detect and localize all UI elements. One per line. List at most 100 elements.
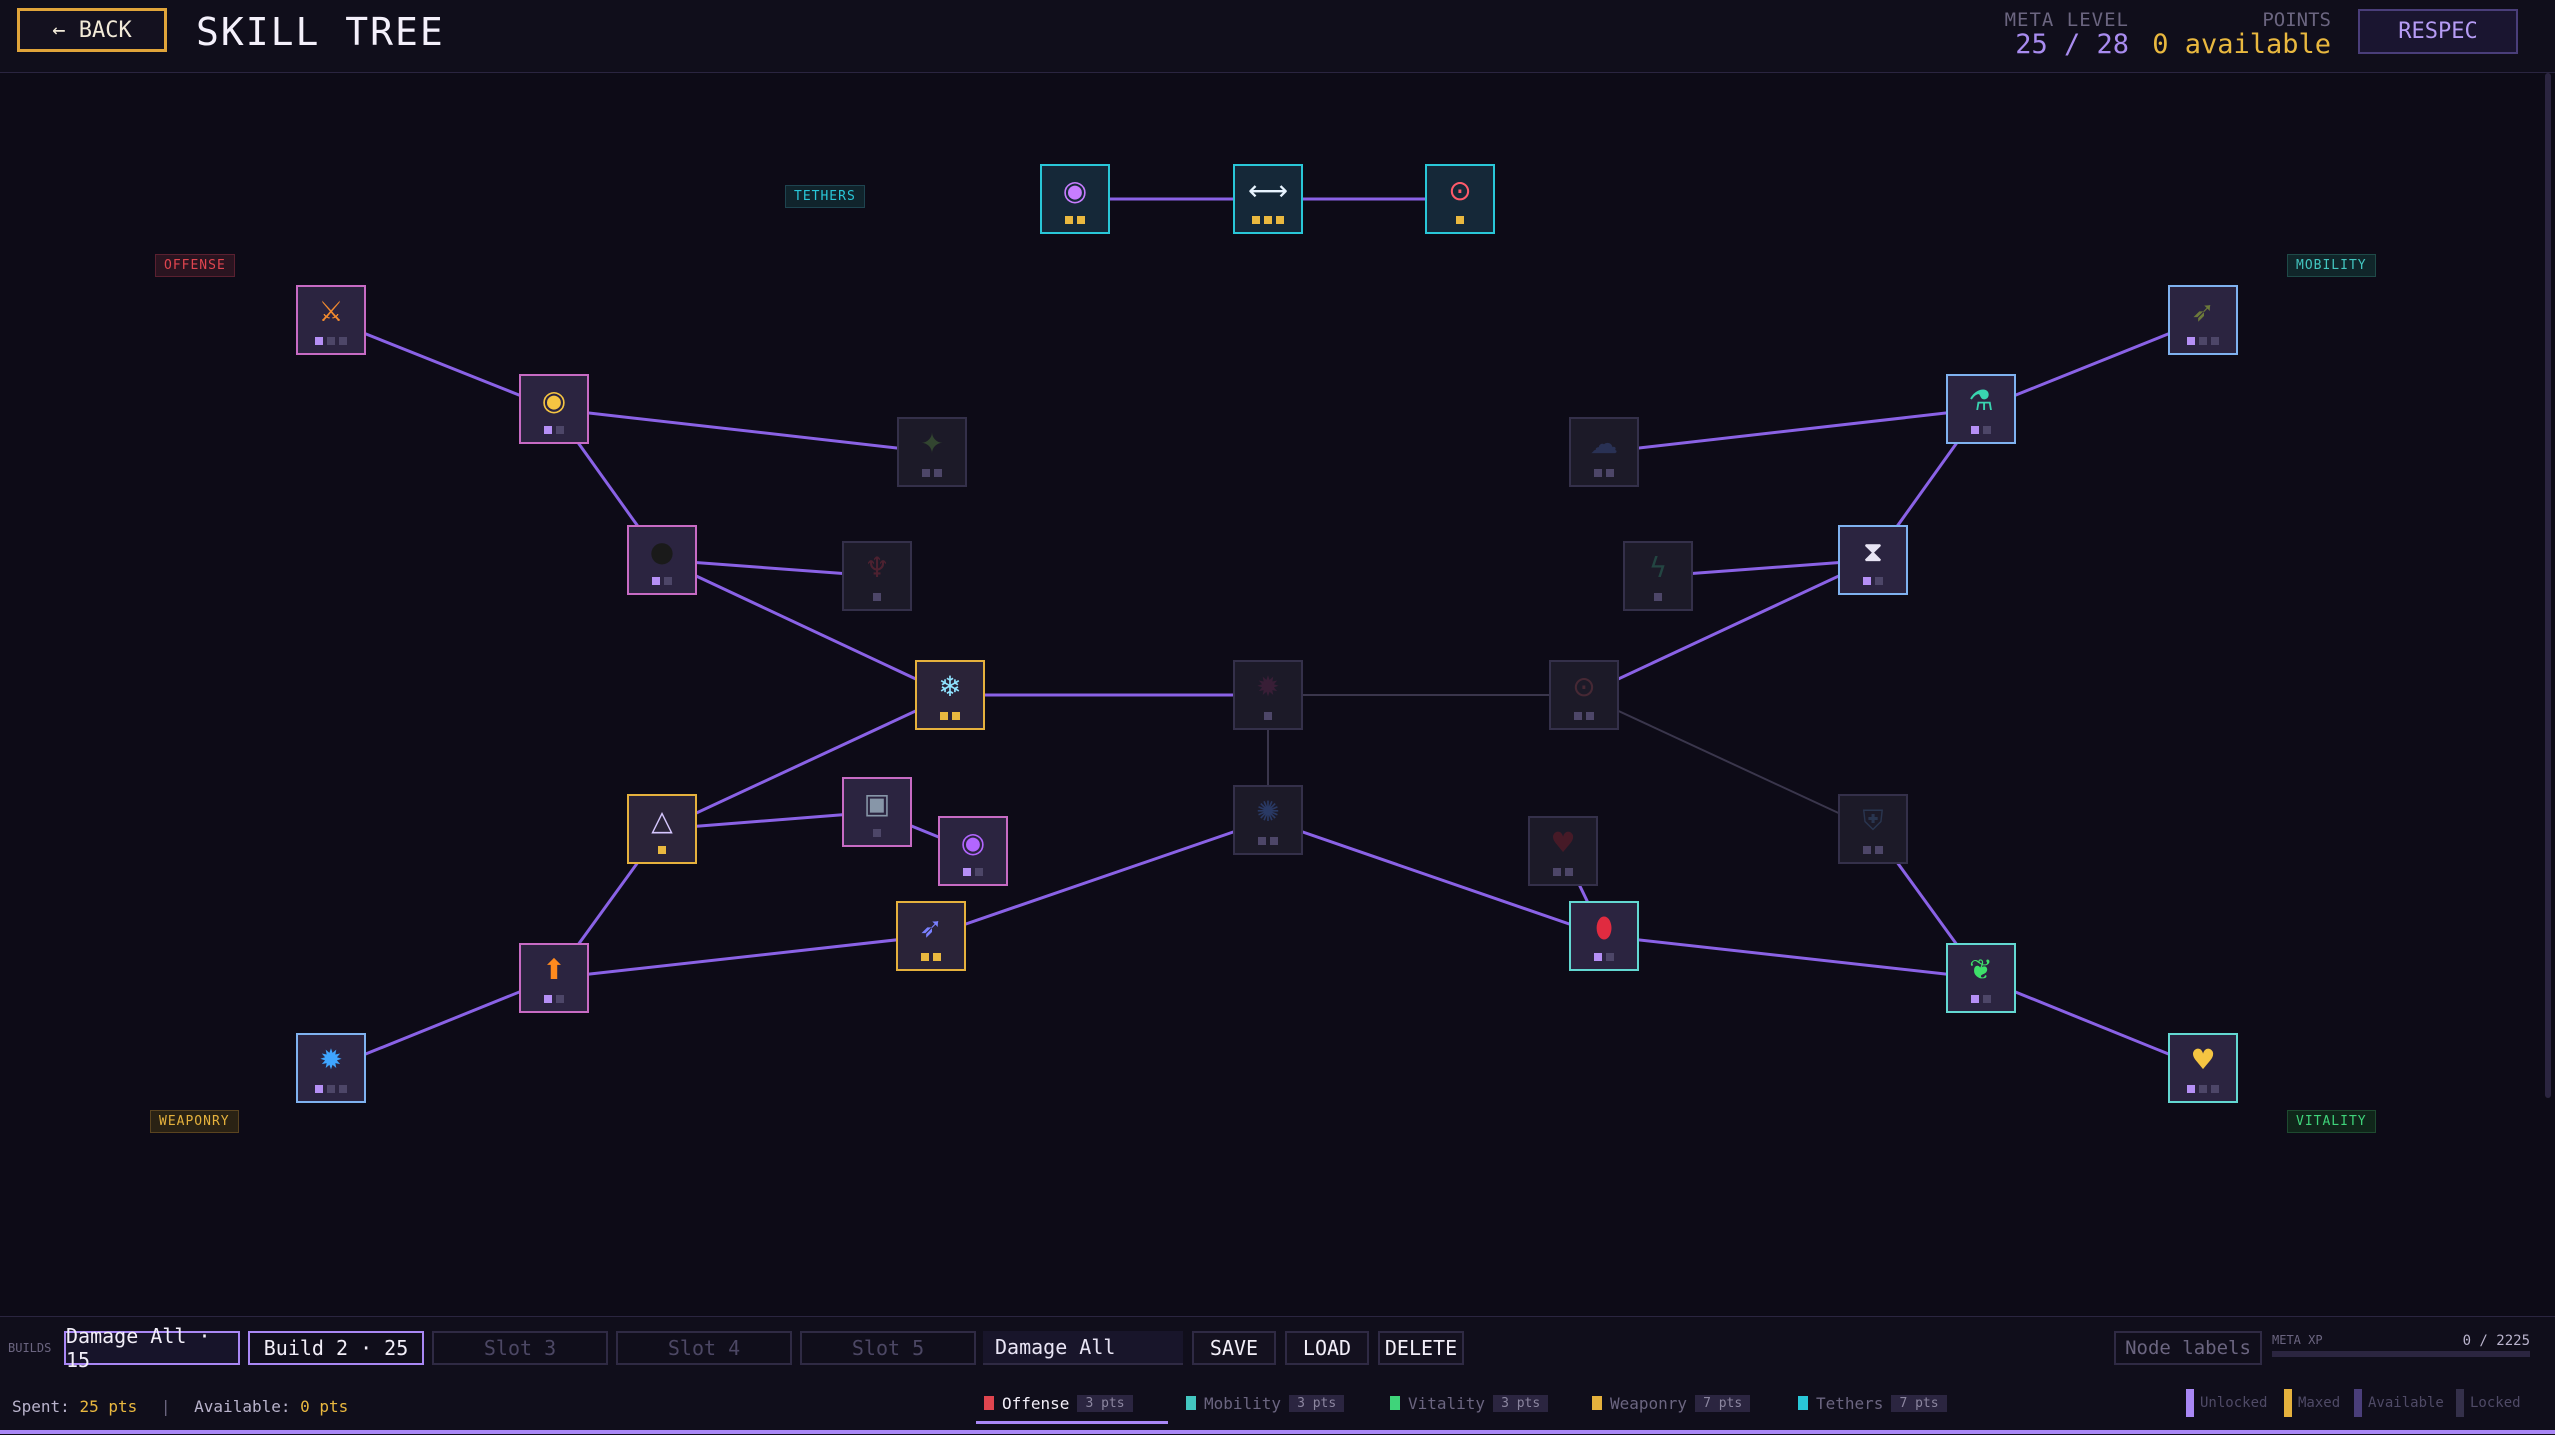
rank-pip <box>940 712 948 720</box>
skill-node-potion[interactable]: ⚗ <box>1946 374 2016 444</box>
skill-node-crystal-blade[interactable]: ➶ <box>896 901 966 971</box>
rank-pip <box>1077 216 1085 224</box>
rank-pips <box>521 995 587 1003</box>
rank-pip <box>1264 712 1272 720</box>
skill-node-shield[interactable]: ⛨ <box>1838 794 1908 864</box>
tab-weaponry[interactable]: Weaponry 7 pts <box>1584 1385 1788 1421</box>
rank-pip <box>873 829 881 837</box>
skill-node-tether-orb[interactable]: ◉ <box>1040 164 1110 234</box>
spent-label: Spent: <box>12 1397 70 1416</box>
tab-label: Offense <box>1002 1393 1070 1413</box>
rank-pips <box>1530 868 1596 876</box>
rank-pip <box>1654 593 1662 601</box>
skill-node-blue-gear[interactable]: ✹ <box>296 1033 366 1103</box>
delete-button[interactable]: DELETE <box>1378 1331 1464 1365</box>
tab-tethers[interactable]: Tethers 7 pts <box>1790 1385 1988 1421</box>
rank-pip <box>934 469 942 477</box>
dark-core-icon: ✹ <box>1256 670 1280 703</box>
purple-orb-icon: ◉ <box>1062 174 1088 207</box>
skill-node-gold-heart[interactable]: ♥ <box>2168 1033 2238 1103</box>
rank-pips <box>1948 995 2014 1003</box>
skill-node-orange-arrow[interactable]: ⬆ <box>519 943 589 1013</box>
skill-node-snowflake[interactable]: ❄ <box>915 660 985 730</box>
build-slot-5[interactable]: Slot 5 <box>800 1331 976 1365</box>
rank-pips <box>2170 337 2236 345</box>
rank-pip <box>315 1085 323 1093</box>
rank-pip <box>1875 846 1883 854</box>
skill-node-tether-ring[interactable]: ⊙ <box>1425 164 1495 234</box>
skill-node-blue-cloud[interactable]: ☁ <box>1569 417 1639 487</box>
tab-count: 3 pts <box>1289 1394 1345 1412</box>
leaf-icon: ❦ <box>1969 953 1993 986</box>
skill-node-leaf[interactable]: ❦ <box>1946 943 2016 1013</box>
up-arrow-icon: ⬆ <box>542 953 566 986</box>
rank-pip <box>1565 868 1573 876</box>
save-button[interactable]: SAVE <box>1192 1331 1276 1365</box>
build-slot-2[interactable]: Build 2 · 25 <box>248 1331 424 1365</box>
skill-node-bird[interactable]: ➶ <box>2168 285 2238 355</box>
skill-node-tether-link[interactable]: ⟷ <box>1233 164 1303 234</box>
rank-pips <box>898 953 964 961</box>
skill-node-green-sigil[interactable]: ✦ <box>897 417 967 487</box>
skill-node-shockwave[interactable]: ✺ <box>1233 785 1303 855</box>
skill-node-heart-crack[interactable]: ♥ <box>1528 816 1598 886</box>
skill-node-blood-drop[interactable]: ⬮ <box>1569 901 1639 971</box>
skill-node-core-center[interactable]: ✹ <box>1233 660 1303 730</box>
skill-node-hourglass[interactable]: ⧗ <box>1838 525 1908 595</box>
rank-pip <box>2211 1085 2219 1093</box>
rank-pip <box>1983 995 1991 1003</box>
skill-node-bomb[interactable]: ● <box>627 525 697 595</box>
rank-pip <box>2187 337 2195 345</box>
rank-pip <box>339 337 347 345</box>
skill-node-red-horn[interactable]: ♆ <box>842 541 912 611</box>
build-slot-3[interactable]: Slot 3 <box>432 1331 608 1365</box>
skill-node-eye[interactable]: ◉ <box>519 374 589 444</box>
tab-count: 7 pts <box>1695 1394 1751 1412</box>
rank-pips <box>1948 426 2014 434</box>
build-slot-4[interactable]: Slot 4 <box>616 1331 792 1365</box>
bottom-accent-line <box>0 1430 2555 1434</box>
rank-pip <box>1258 837 1266 845</box>
tab-offense[interactable]: Offense 3 pts <box>976 1385 1168 1424</box>
skill-node-vortex[interactable]: ◉ <box>938 816 1008 886</box>
rank-pip <box>952 712 960 720</box>
tether-link-icon: ⟷ <box>1247 174 1289 207</box>
available-label: Available: <box>194 1397 291 1416</box>
mobility-swatch <box>1186 1396 1196 1410</box>
node-labels-toggle[interactable]: Node labels <box>2114 1331 2262 1365</box>
rank-pips <box>2170 1085 2236 1093</box>
skill-node-crossed-swords[interactable]: ⚔ <box>296 285 366 355</box>
rank-pips <box>1571 469 1637 477</box>
rank-pip <box>2199 1085 2207 1093</box>
bomb-icon: ● <box>649 535 675 568</box>
meta-xp-bar <box>2272 1351 2530 1357</box>
legend-label: Unlocked <box>2200 1395 2268 1411</box>
weaponry-swatch <box>1592 1396 1602 1410</box>
skill-node-lightning[interactable]: ϟ <box>1623 541 1693 611</box>
rank-pips <box>521 426 587 434</box>
rank-pip <box>556 995 564 1003</box>
skill-node-red-ring-mid[interactable]: ⊙ <box>1549 660 1619 730</box>
build-slot-1[interactable]: Damage All · 15 <box>64 1324 240 1372</box>
branch-label-offense: OFFENSE <box>155 254 235 277</box>
rank-pip <box>315 337 323 345</box>
rank-pips <box>1571 953 1637 961</box>
tab-vitality[interactable]: Vitality 3 pts <box>1382 1385 1574 1421</box>
rank-pip <box>1983 426 1991 434</box>
skill-node-stone-block[interactable]: ▣ <box>842 777 912 847</box>
legend-swatch <box>2186 1389 2194 1417</box>
build-name-input[interactable] <box>983 1331 1183 1365</box>
rank-pips <box>1840 846 1906 854</box>
rank-pip <box>1863 846 1871 854</box>
rank-pip <box>339 1085 347 1093</box>
skill-node-triangle-net[interactable]: △ <box>627 794 697 864</box>
tab-mobility[interactable]: Mobility 3 pts <box>1178 1385 1376 1421</box>
snowflake-icon: ❄ <box>938 670 962 703</box>
rank-pip <box>1065 216 1073 224</box>
legend-label: Locked <box>2470 1395 2521 1411</box>
rank-pip <box>1863 577 1871 585</box>
rank-pip <box>1264 216 1272 224</box>
rank-pips <box>298 1085 364 1093</box>
crystal-blade-icon: ➶ <box>919 911 943 944</box>
load-button[interactable]: LOAD <box>1285 1331 1369 1365</box>
